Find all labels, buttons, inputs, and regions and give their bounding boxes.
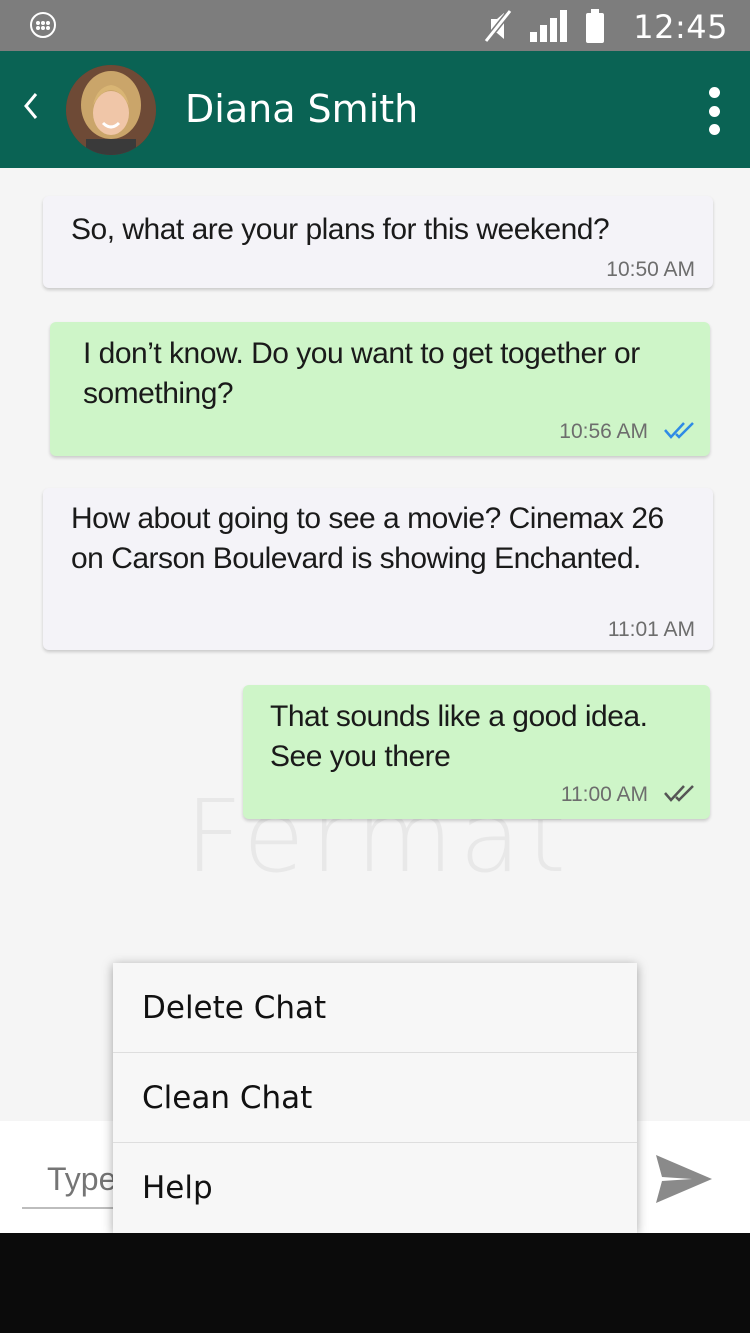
signal-icon <box>530 10 567 42</box>
back-arrow-icon[interactable] <box>16 81 46 131</box>
more-vert-icon[interactable] <box>704 87 724 135</box>
read-ticks-icon <box>664 422 694 439</box>
message-text: I don’t know. Do you want to get togethe… <box>83 337 640 410</box>
menu-item-help[interactable]: Help <box>113 1143 637 1233</box>
chat-header: Diana Smith <box>0 51 750 168</box>
message-time: 11:00 AM <box>560 783 648 806</box>
menu-item-delete-chat[interactable]: Delete Chat <box>113 963 637 1053</box>
delivered-ticks-icon <box>664 785 694 802</box>
battery-icon <box>586 9 604 43</box>
message-bubble[interactable]: How about going to see a movie? Cinemax … <box>43 488 713 650</box>
notification-icon <box>30 12 56 38</box>
message-time: 10:50 AM <box>606 258 695 281</box>
message-text: So, what are your plans for this weekend… <box>71 213 610 246</box>
status-time: 12:45 <box>633 8 728 46</box>
overflow-menu: Delete Chat Clean Chat Help <box>113 963 637 1233</box>
message-bubble[interactable]: So, what are your plans for this weekend… <box>43 196 713 288</box>
message-text: How about going to see a movie? Cinemax … <box>71 502 664 575</box>
message-bubble[interactable]: That sounds like a good idea. See you th… <box>243 685 710 819</box>
navigation-bar <box>0 1233 750 1333</box>
mute-icon <box>483 9 513 43</box>
status-bar: 12:45 <box>0 0 750 51</box>
message-text: That sounds like a good idea. See you th… <box>270 700 648 773</box>
contact-name[interactable]: Diana Smith <box>185 87 418 131</box>
send-icon[interactable] <box>654 1151 714 1207</box>
message-time: 10:56 AM <box>559 420 648 443</box>
message-time: 11:01 AM <box>607 618 695 641</box>
avatar[interactable] <box>66 65 156 155</box>
message-bubble[interactable]: I don’t know. Do you want to get togethe… <box>50 322 710 456</box>
menu-item-clean-chat[interactable]: Clean Chat <box>113 1053 637 1143</box>
